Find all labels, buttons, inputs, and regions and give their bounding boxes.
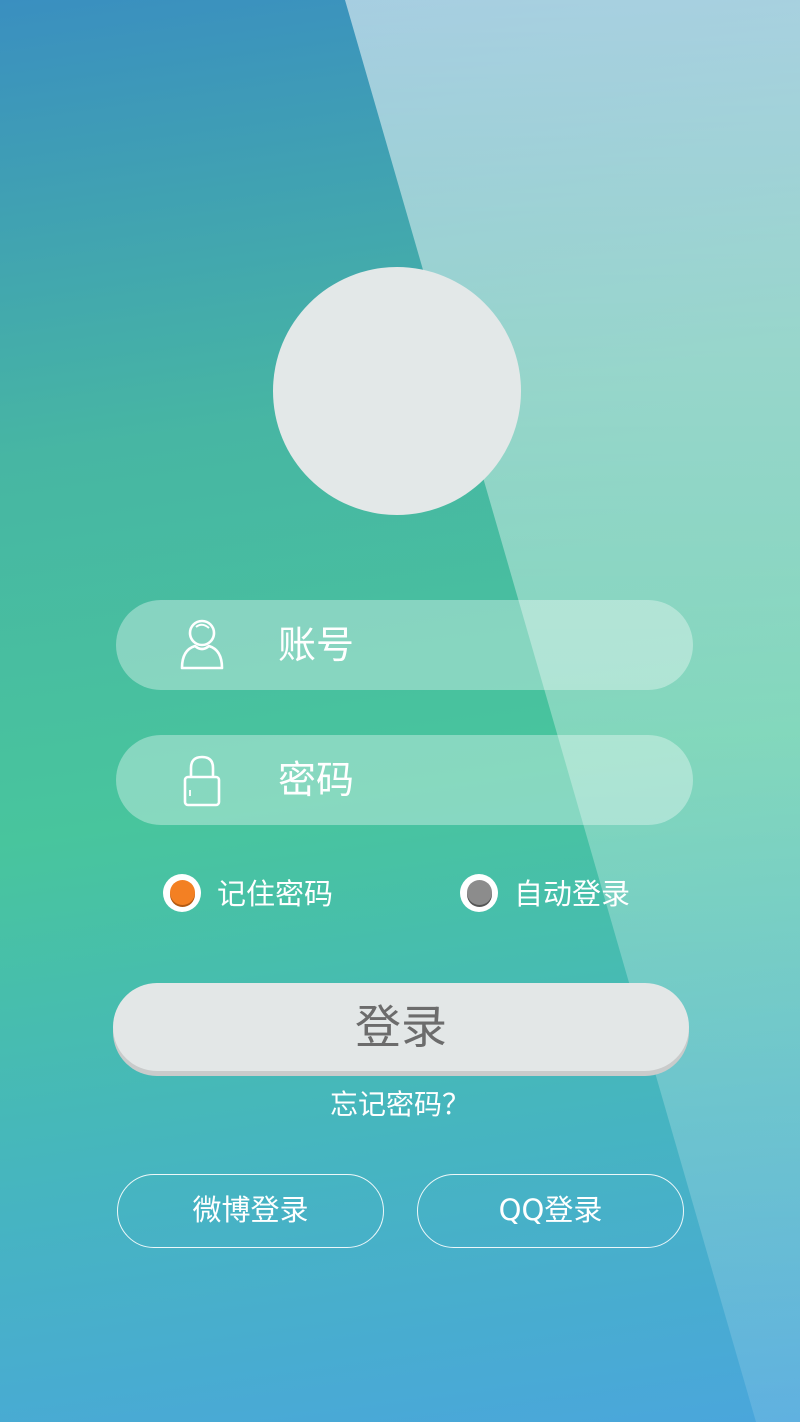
password-field[interactable]: 密码: [116, 735, 693, 825]
account-field[interactable]: 账号: [116, 600, 693, 690]
radio-selected-dot: [170, 880, 195, 905]
weibo-login-button[interactable]: 微博登录: [117, 1174, 384, 1248]
forgot-password-link[interactable]: 忘记密码？: [0, 1086, 800, 1124]
avatar[interactable]: [273, 267, 521, 515]
login-button[interactable]: 登录: [113, 983, 689, 1071]
password-input[interactable]: 密码: [278, 735, 354, 825]
radio-unselected-dot: [467, 880, 492, 905]
account-input[interactable]: 账号: [278, 600, 354, 690]
qq-login-button[interactable]: QQ登录: [417, 1174, 684, 1248]
user-icon: [178, 618, 226, 672]
auto-login-radio[interactable]: [460, 874, 498, 912]
remember-password-radio[interactable]: [163, 874, 201, 912]
auto-login-label[interactable]: 自动登录: [514, 874, 630, 914]
remember-password-label[interactable]: 记住密码: [217, 874, 333, 914]
lock-icon: [178, 753, 226, 807]
